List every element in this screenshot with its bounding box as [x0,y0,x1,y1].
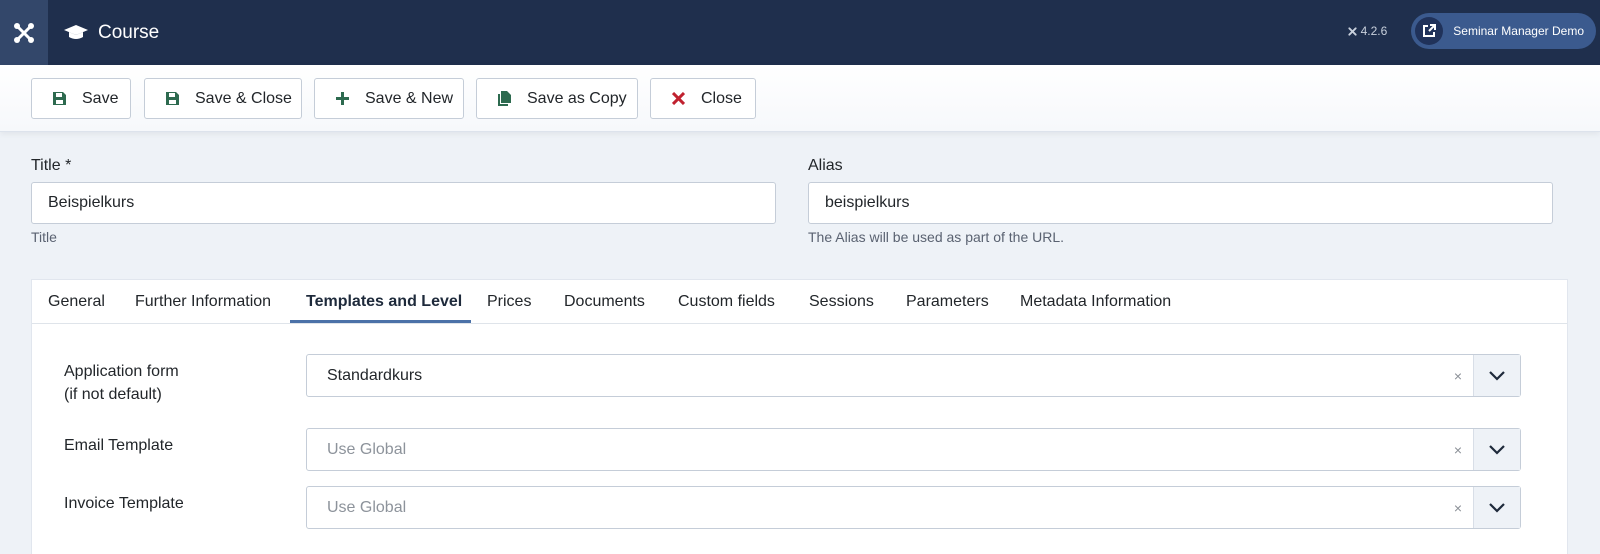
version-number: 4.2.6 [1360,24,1388,38]
tab-templates-and-level[interactable]: Templates and Level [306,293,462,311]
floppy-disk-icon [163,90,181,108]
clear-icon[interactable]: × [1454,429,1462,472]
chevron-down-icon[interactable] [1473,355,1520,396]
tab-parameters[interactable]: Parameters [906,293,989,311]
save-new-label: Save & New [365,89,454,107]
save-new-button[interactable]: Save & New [314,78,464,119]
close-icon [669,90,687,108]
chevron-down-icon[interactable] [1473,429,1520,470]
toolbar: Save Save & Close Save & New Save as Cop… [0,65,1600,132]
invoice-template-select[interactable]: Use Global × [306,486,1521,529]
copy-icon [495,90,513,108]
invoice-template-value: Use Global [327,499,407,516]
application-form-label: Application form (if not default) [64,360,179,406]
joomla-logo-button[interactable] [0,0,48,65]
save-copy-label: Save as Copy [527,89,627,107]
tab-custom-fields[interactable]: Custom fields [678,293,775,311]
tab-further-information[interactable]: Further Information [135,293,271,311]
application-form-label-line1: Application form [64,363,179,380]
tab-prices[interactable]: Prices [487,293,531,311]
application-form-label-line2: (if not default) [64,386,162,403]
save-copy-button[interactable]: Save as Copy [476,78,638,119]
tab-general[interactable]: General [48,293,105,311]
active-tab-indicator [290,320,471,323]
save-close-button[interactable]: Save & Close [144,78,302,119]
email-template-value: Use Global [327,441,407,458]
plus-icon [333,90,351,108]
clear-icon[interactable]: × [1454,487,1462,530]
site-button-label: Seminar Manager Demo [1453,24,1584,38]
email-template-select[interactable]: Use Global × [306,428,1521,471]
tab-documents[interactable]: Documents [564,293,645,311]
tab-sessions[interactable]: Sessions [809,293,874,311]
email-template-label: Email Template [64,437,174,454]
page-title: Course [98,21,160,43]
save-button[interactable]: Save [31,78,131,119]
save-close-label: Save & Close [195,89,292,107]
application-form-value: Standardkurs [327,367,423,384]
version-info: 4.2.6 [1347,24,1388,38]
graduation-cap-icon [64,23,88,43]
alias-help: The Alias will be used as part of the UR… [808,229,1065,245]
alias-label: Alias [808,157,843,174]
view-site-button[interactable]: Seminar Manager Demo [1411,13,1596,49]
alias-input[interactable]: beispielkurs [808,182,1553,224]
close-button[interactable]: Close [650,78,756,119]
invoice-template-label: Invoice Template [64,495,184,512]
tab-bar: General Further Information Templates an… [32,280,1567,324]
floppy-disk-icon [50,90,68,108]
save-label: Save [82,89,119,107]
joomla-logo-icon [14,22,34,43]
title-label: Title * [31,157,72,174]
title-input[interactable]: Beispielkurs [31,182,776,224]
chevron-down-icon[interactable] [1473,487,1520,528]
joomla-small-icon [1347,26,1357,36]
tab-metadata-information[interactable]: Metadata Information [1020,293,1171,311]
app-header: Course 4.2.6 Seminar Manager Demo [0,0,1600,65]
external-link-icon [1415,17,1444,45]
close-label: Close [701,89,742,107]
clear-icon[interactable]: × [1454,355,1462,398]
application-form-select[interactable]: Standardkurs × [306,354,1521,397]
tabs-panel: General Further Information Templates an… [31,279,1568,554]
title-help: Title [31,229,57,245]
